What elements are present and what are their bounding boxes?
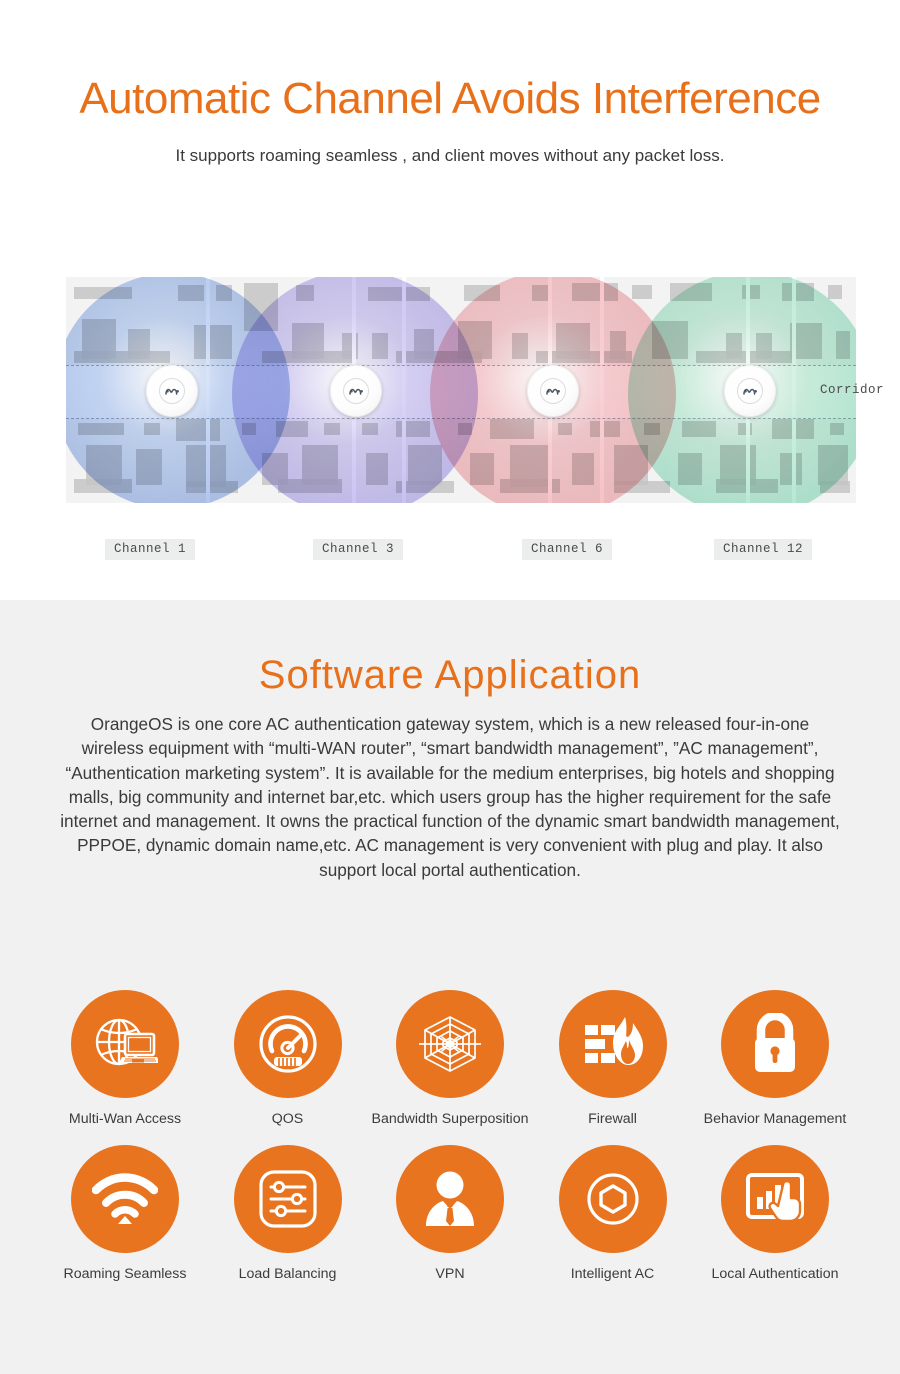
feature-roaming-seamless[interactable]: Roaming Seamless	[46, 1145, 204, 1282]
feature-label: Load Balancing	[238, 1266, 337, 1282]
feature-bandwidth-superposition[interactable]: Bandwidth Superposition	[371, 990, 529, 1127]
hero-section: Automatic Channel Avoids Interference It…	[0, 0, 900, 600]
channel-tag-12: Channel 12	[713, 539, 813, 560]
ap-logo-icon	[742, 388, 757, 395]
feature-local-authentication[interactable]: Local Authentication	[696, 1145, 854, 1282]
feature-label: Bandwidth Superposition	[371, 1111, 529, 1127]
feature-vpn[interactable]: VPN	[371, 1145, 529, 1282]
channel-tag-6: Channel 6	[521, 539, 613, 560]
feature-row-1: Multi-Wan Access QOS Bandwidth Superposi…	[46, 990, 854, 1127]
channel-tag-row: Channel 1 Channel 3 Channel 6 Channel 12	[66, 539, 856, 563]
spider-web-icon	[396, 990, 504, 1098]
padlock-icon	[721, 990, 829, 1098]
feature-label: Intelligent AC	[570, 1266, 655, 1282]
hexagon-circle-icon	[558, 1145, 667, 1253]
feature-label: Multi-Wan Access	[68, 1111, 182, 1127]
feature-multi-wan-access[interactable]: Multi-Wan Access	[46, 990, 204, 1127]
wifi-signal-icon	[71, 1145, 179, 1253]
access-point-channel-6[interactable]	[527, 365, 579, 417]
feature-row-2: Roaming Seamless Load Balancing VPN Inte…	[46, 1145, 854, 1282]
page-subtitle: It supports roaming seamless , and clien…	[175, 146, 725, 165]
person-tie-icon	[396, 1145, 504, 1253]
feature-behavior-management[interactable]: Behavior Management	[696, 990, 854, 1127]
access-point-ring	[737, 378, 763, 404]
feature-intelligent-ac[interactable]: Intelligent AC	[534, 1145, 692, 1282]
software-description: OrangeOS is one core AC authentication g…	[60, 714, 840, 880]
feature-qos[interactable]: QOS	[209, 990, 367, 1127]
feature-label: Roaming Seamless	[63, 1266, 187, 1282]
access-point-channel-12[interactable]	[724, 365, 776, 417]
gauge-icon	[233, 990, 342, 1098]
channel-tag-3: Channel 3	[312, 539, 404, 560]
software-section-title: Software Application	[258, 653, 642, 697]
software-application-section: Software Application OrangeOS is one cor…	[0, 600, 900, 1374]
feature-firewall[interactable]: Firewall	[534, 990, 692, 1127]
coverage-diagram	[66, 277, 856, 503]
access-point-channel-3[interactable]	[330, 365, 382, 417]
feature-label: VPN	[435, 1266, 465, 1282]
sliders-icon	[233, 1145, 342, 1253]
feature-label: Firewall	[588, 1111, 637, 1127]
access-point-ring	[343, 378, 369, 404]
feature-label: Local Authentication	[711, 1266, 839, 1282]
firewall-flame-icon	[558, 990, 667, 1098]
ap-logo-icon	[164, 388, 179, 395]
page-title: Automatic Channel Avoids Interference	[79, 74, 821, 123]
feature-load-balancing[interactable]: Load Balancing	[209, 1145, 367, 1282]
globe-laptop-icon	[71, 990, 179, 1098]
feature-label: QOS	[271, 1111, 304, 1127]
ap-logo-icon	[545, 388, 560, 395]
feature-icon-grid: Multi-Wan Access QOS Bandwidth Superposi…	[46, 990, 854, 1282]
access-point-ring	[540, 378, 566, 404]
touch-chart-icon	[721, 1145, 829, 1253]
access-point-ring	[159, 378, 185, 404]
feature-label: Behavior Management	[703, 1111, 847, 1127]
ap-logo-icon	[348, 388, 363, 395]
access-point-channel-1[interactable]	[146, 365, 198, 417]
corridor-label: Corridor	[820, 383, 885, 397]
channel-tag-1: Channel 1	[104, 539, 196, 560]
